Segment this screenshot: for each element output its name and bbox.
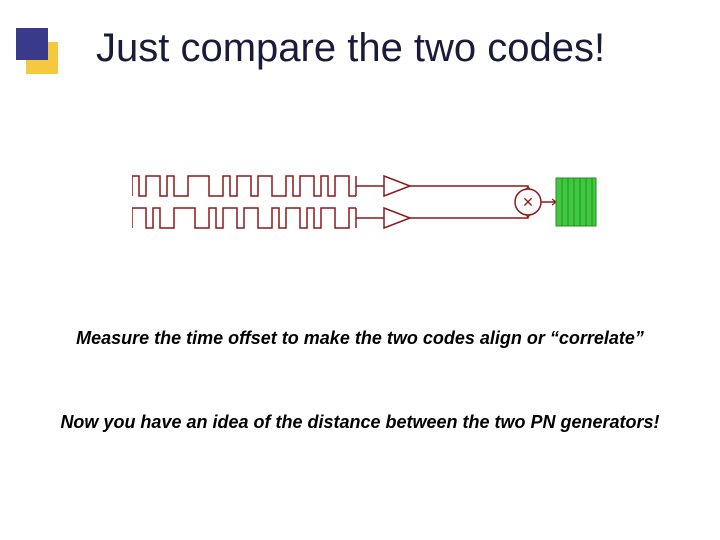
code-alignment-diagram: ✕ (132, 160, 602, 250)
code1-wave (132, 176, 356, 196)
caption-distance: Now you have an idea of the distance bet… (0, 412, 720, 433)
wire-bottom-to-mixer (410, 216, 528, 218)
buffer-bottom-icon (384, 208, 410, 228)
caption-measure: Measure the time offset to make the two … (0, 328, 720, 349)
multiply-symbol: ✕ (522, 194, 534, 210)
slide: Just compare the two codes! (0, 0, 720, 540)
page-title: Just compare the two codes! (96, 26, 605, 71)
code2-wave (132, 208, 356, 228)
wire-top-to-mixer (410, 186, 528, 188)
buffer-top-icon (384, 176, 410, 196)
blue-square (16, 28, 48, 60)
correlator-output (556, 178, 596, 226)
diagram-svg: ✕ (132, 160, 602, 250)
